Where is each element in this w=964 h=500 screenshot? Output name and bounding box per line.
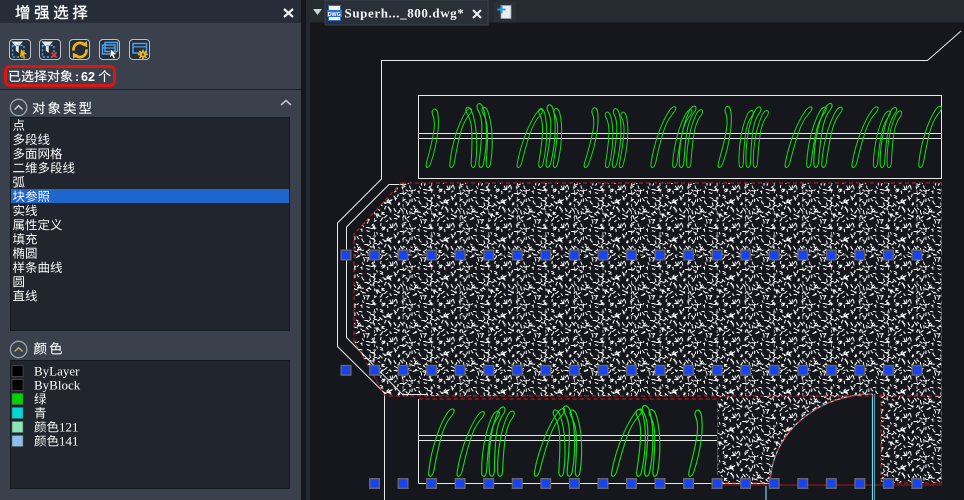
svg-text::: :	[75, 70, 79, 84]
svg-text:ByLayer: ByLayer	[34, 364, 80, 379]
svg-text:62: 62	[81, 70, 95, 84]
svg-text:121: 121	[59, 420, 79, 435]
svg-text:ByBlock: ByBlock	[34, 378, 81, 393]
svg-text:141: 141	[59, 434, 79, 449]
svg-text:Superh..._800.dwg*: Superh..._800.dwg*	[345, 6, 465, 21]
svg-text:DWG: DWG	[328, 12, 341, 18]
